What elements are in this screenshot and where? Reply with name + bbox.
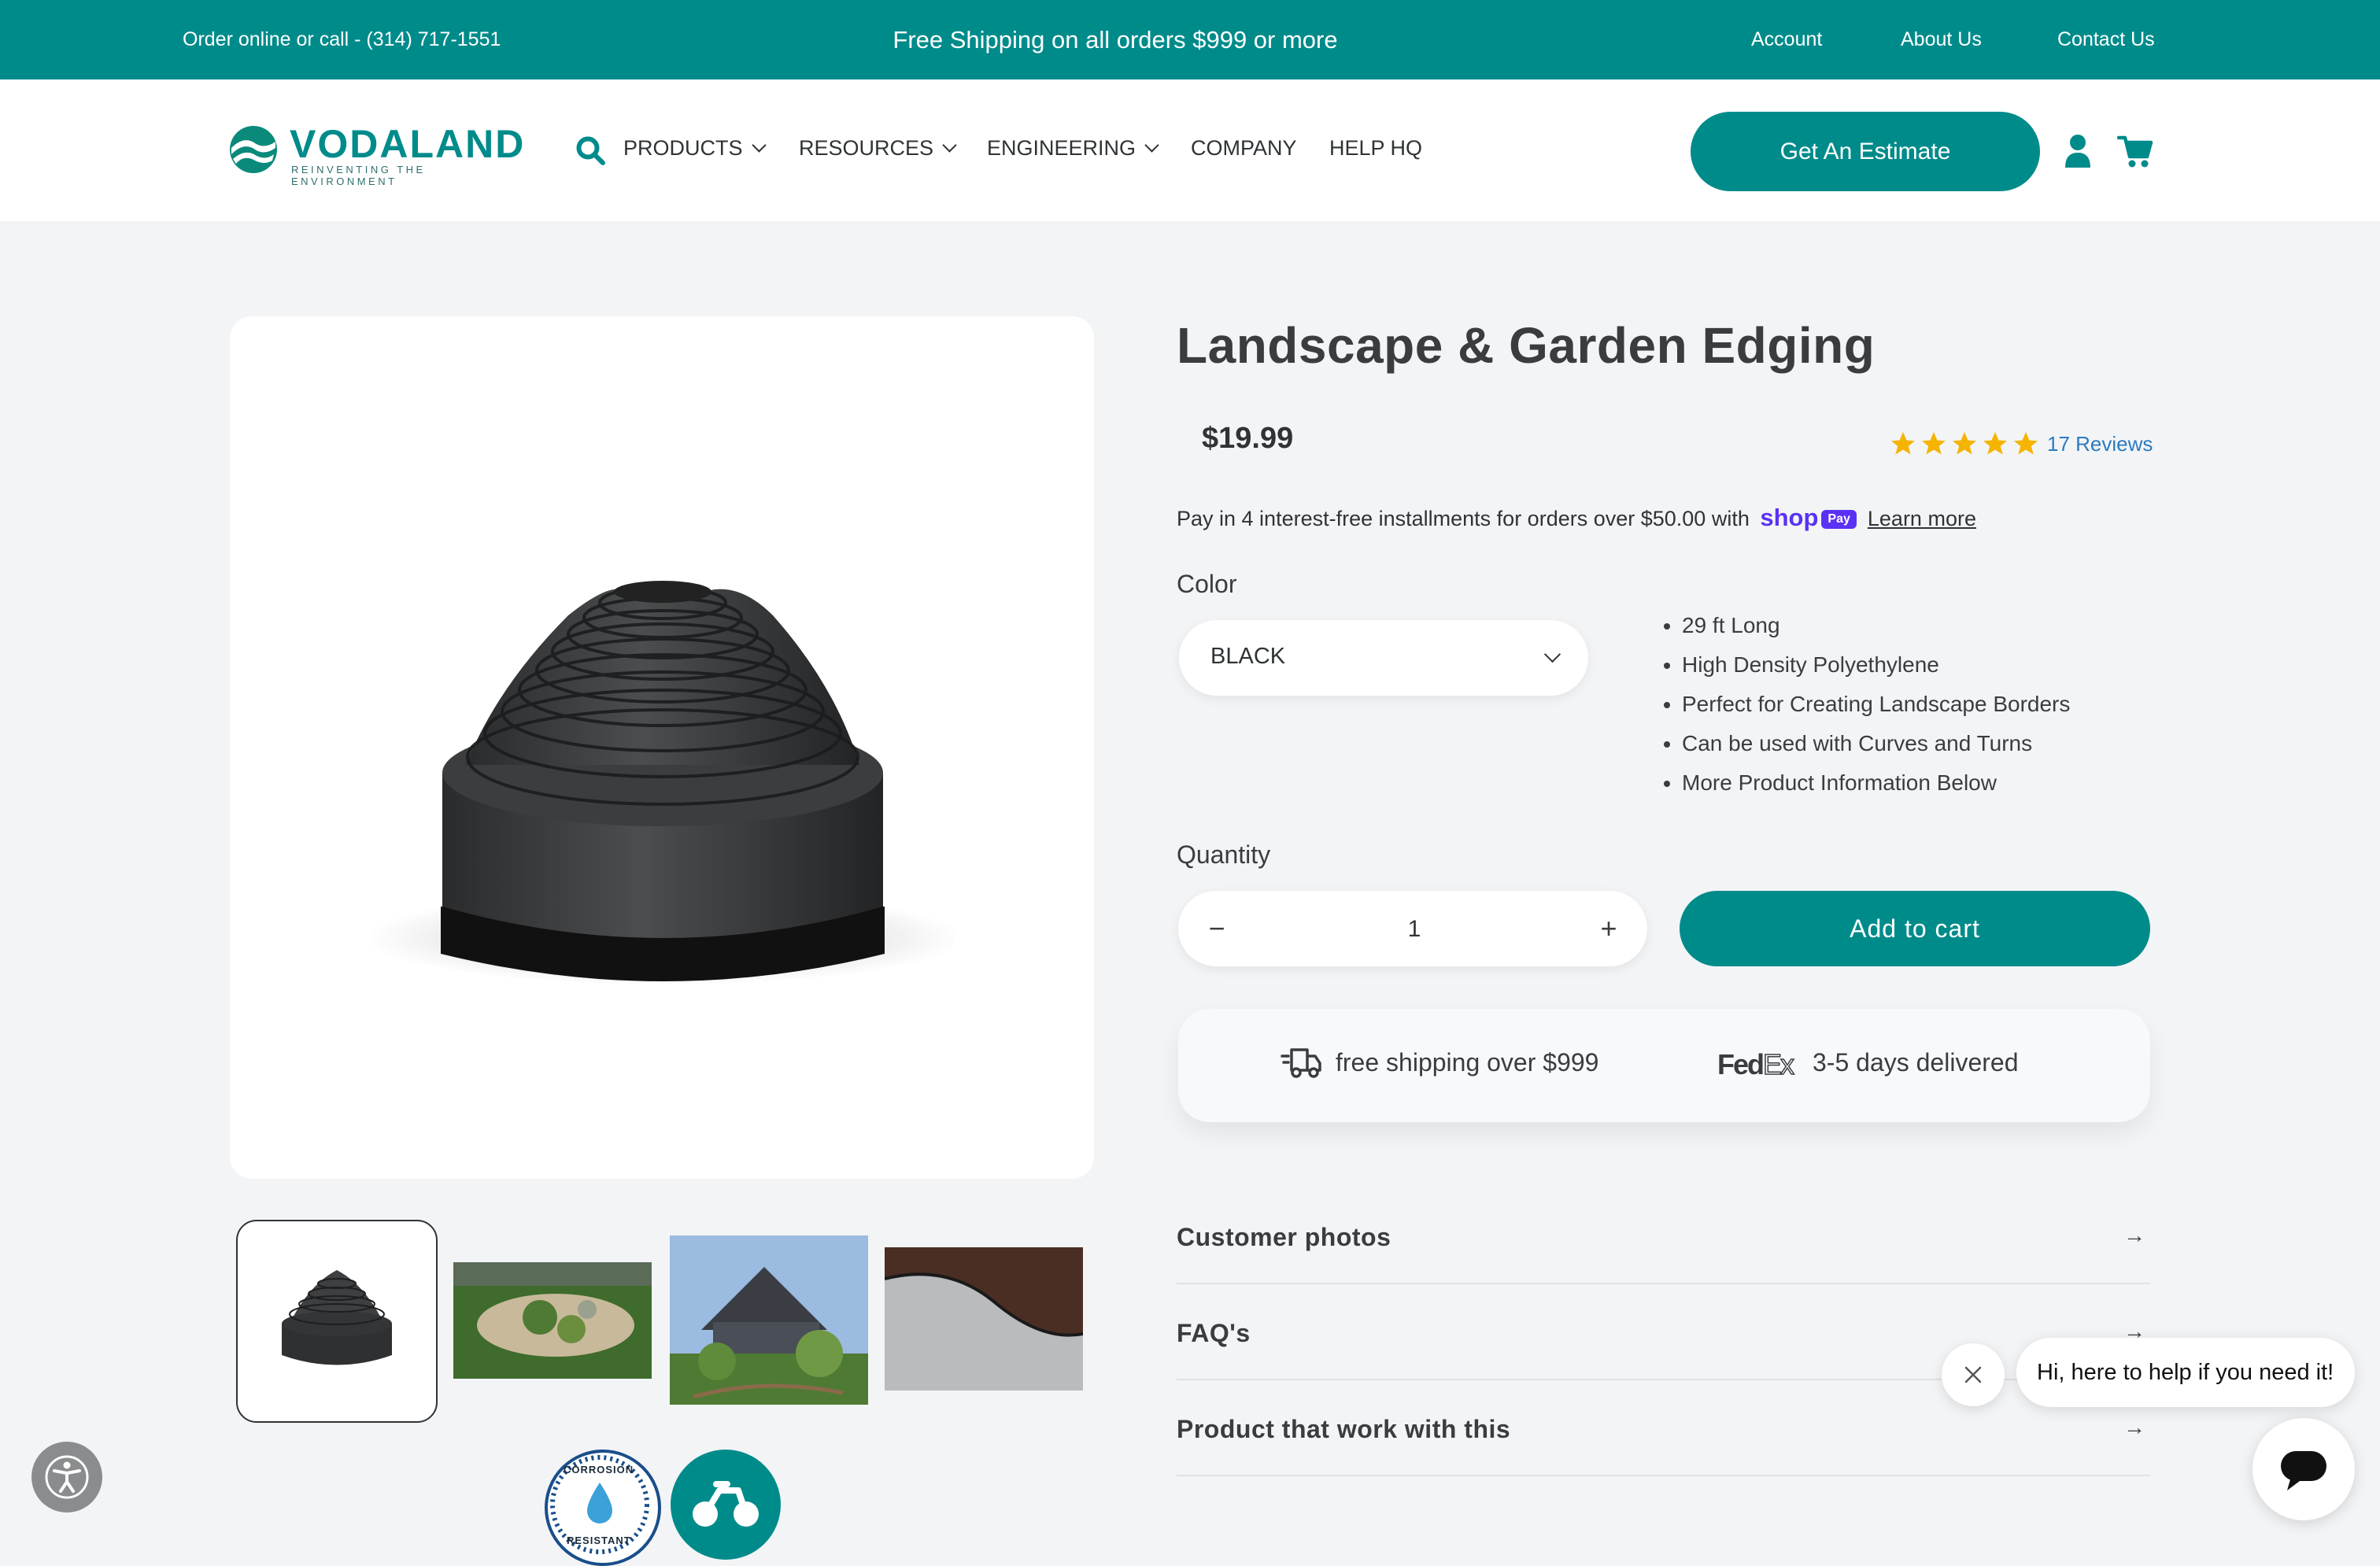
delivery-time-text: 3-5 days delivered bbox=[1813, 1048, 2019, 1077]
shipping-info-box: free shipping over $999 FedEx 3-5 days d… bbox=[1178, 1009, 2150, 1122]
contact-us-link[interactable]: Contact Us bbox=[2057, 28, 2155, 51]
announcement-bar: Order online or call - (314) 717-1551 Fr… bbox=[0, 0, 2380, 79]
chat-icon bbox=[2281, 1451, 2326, 1490]
garden-bed-photo bbox=[453, 1262, 652, 1379]
free-shipping-promo: Free Shipping on all orders $999 or more bbox=[893, 26, 1338, 54]
nav-resources[interactable]: RESOURCES bbox=[799, 136, 957, 161]
chat-greeting-text: Hi, here to help if you need it! bbox=[2037, 1360, 2334, 1385]
quantity-input[interactable] bbox=[1265, 905, 1564, 954]
chat-greeting-bubble[interactable]: Hi, here to help if you need it! bbox=[2016, 1338, 2355, 1407]
star-icon bbox=[1922, 432, 1946, 455]
bike-badge bbox=[671, 1450, 781, 1560]
about-us-link[interactable]: About Us bbox=[1901, 28, 1982, 51]
free-shipping-text: free shipping over $999 bbox=[1336, 1048, 1599, 1077]
nav-company[interactable]: COMPANY bbox=[1191, 136, 1297, 161]
delivery-truck-icon bbox=[1281, 1048, 1321, 1078]
search-icon[interactable] bbox=[575, 135, 606, 166]
reviews-link[interactable]: 17 Reviews bbox=[2047, 432, 2153, 456]
fedex-logo-main: Fed bbox=[1717, 1048, 1765, 1080]
chevron-down-icon bbox=[942, 138, 957, 153]
close-icon bbox=[1964, 1366, 1982, 1383]
star-icon bbox=[2014, 432, 2038, 455]
account-link[interactable]: Account bbox=[1751, 28, 1822, 51]
nav-help-hq[interactable]: HELP HQ bbox=[1329, 136, 1422, 161]
site-header: VODALAND REINVENTING THE ENVIRONMENT PRO… bbox=[0, 79, 2380, 221]
feature-item: 29 ft Long bbox=[1682, 606, 2070, 645]
star-rating[interactable]: 17 Reviews bbox=[1889, 428, 2153, 460]
quantity-label: Quantity bbox=[1177, 840, 1271, 869]
accordion-title: Product that work with this bbox=[1177, 1415, 1511, 1443]
thumbnail-gravel-path[interactable] bbox=[885, 1247, 1083, 1391]
thumbnail-garden-bed[interactable] bbox=[453, 1262, 652, 1379]
star-icon bbox=[1891, 432, 1915, 455]
accordion-related-products[interactable]: Product that work with this → bbox=[1177, 1380, 2150, 1476]
accessibility-button[interactable] bbox=[31, 1442, 102, 1512]
arrow-right-icon: → bbox=[2123, 1415, 2145, 1439]
badge-text-bottom: RESISTANT bbox=[567, 1535, 631, 1546]
product-price: $19.99 bbox=[1202, 422, 1294, 455]
chevron-down-icon bbox=[1543, 645, 1561, 663]
feature-item: Perfect for Creating Landscape Borders bbox=[1682, 685, 2070, 724]
corrosion-resistant-badge: CORROSION RESISTANT bbox=[545, 1450, 661, 1566]
nav-products[interactable]: PRODUCTS bbox=[623, 136, 767, 161]
chat-dismiss-button[interactable] bbox=[1942, 1343, 2005, 1406]
edging-coil-image bbox=[371, 581, 954, 985]
feature-item: High Density Polyethylene bbox=[1682, 645, 2070, 685]
color-select[interactable]: BLACK bbox=[1179, 620, 1588, 696]
product-title: Landscape & Garden Edging bbox=[1177, 317, 1876, 374]
nav-resources-label: RESOURCES bbox=[799, 136, 934, 160]
fedex-logo: FedEx bbox=[1717, 1047, 1795, 1081]
nav-engineering[interactable]: ENGINEERING bbox=[987, 136, 1159, 161]
vodaland-logo[interactable]: VODALAND REINVENTING THE ENVIRONMENT bbox=[228, 122, 535, 187]
nav-engineering-label: ENGINEERING bbox=[987, 136, 1136, 160]
add-to-cart-button[interactable]: Add to cart bbox=[1680, 891, 2150, 966]
installments-info: Pay in 4 interest-free installments for … bbox=[1177, 504, 1976, 532]
installments-text: Pay in 4 interest-free installments for … bbox=[1177, 507, 1750, 530]
cart-icon[interactable] bbox=[2117, 135, 2153, 169]
color-select-value: BLACK bbox=[1210, 644, 1286, 669]
color-label: Color bbox=[1177, 570, 1237, 598]
accordion-title: FAQ's bbox=[1177, 1319, 1251, 1347]
fedex-logo-ex: Ex bbox=[1762, 1047, 1795, 1081]
arrow-right-icon: → bbox=[2123, 1223, 2145, 1247]
shop-pay-logo: shop bbox=[1760, 504, 1819, 531]
nav-products-label: PRODUCTS bbox=[623, 136, 743, 160]
get-estimate-button[interactable]: Get An Estimate bbox=[1691, 112, 2040, 191]
quantity-stepper: − + bbox=[1178, 891, 1647, 966]
chevron-down-icon bbox=[1144, 138, 1159, 153]
bike-badge-icon bbox=[693, 1481, 759, 1527]
thumbnail-edging-image bbox=[282, 1270, 392, 1365]
chevron-down-icon bbox=[751, 138, 767, 153]
logo-mark-icon bbox=[230, 126, 277, 173]
accordion-title: Customer photos bbox=[1177, 1223, 1391, 1251]
logo-tagline: REINVENTING THE ENVIRONMENT bbox=[291, 164, 426, 187]
shop-pay-badge: Pay bbox=[1821, 510, 1857, 529]
badge-text-top: CORROSION bbox=[564, 1464, 634, 1476]
accessibility-icon bbox=[45, 1455, 89, 1499]
product-main-image[interactable] bbox=[230, 316, 1094, 1179]
user-icon[interactable] bbox=[2064, 133, 2092, 169]
star-icon bbox=[1953, 432, 1976, 455]
learn-more-link[interactable]: Learn more bbox=[1868, 507, 1976, 530]
feature-list: 29 ft Long High Density Polyethylene Per… bbox=[1655, 606, 2070, 803]
feature-item: More Product Information Below bbox=[1682, 763, 2070, 803]
accordion-customer-photos[interactable]: Customer photos → bbox=[1177, 1188, 2150, 1284]
thumbnail-house-garden[interactable] bbox=[670, 1235, 868, 1405]
logo-wordmark: VODALAND bbox=[290, 122, 526, 166]
quantity-decrease-button[interactable]: − bbox=[1178, 891, 1255, 966]
feature-item: Can be used with Curves and Turns bbox=[1682, 724, 2070, 763]
thumbnail-product[interactable] bbox=[236, 1220, 438, 1423]
star-icon bbox=[1983, 432, 2007, 455]
chat-launcher-button[interactable] bbox=[2252, 1418, 2355, 1520]
gravel-path-photo bbox=[885, 1247, 1083, 1391]
house-garden-photo bbox=[670, 1235, 868, 1405]
accordion-faqs[interactable]: FAQ's → bbox=[1177, 1284, 2150, 1380]
quantity-increase-button[interactable]: + bbox=[1570, 891, 1647, 966]
